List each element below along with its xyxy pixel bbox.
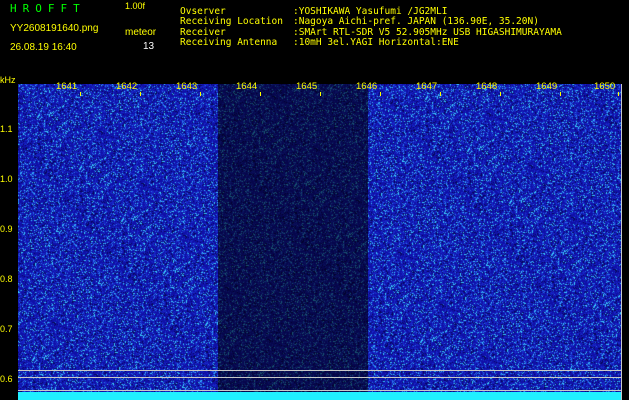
info-value: :10mH 3el.YAGI Horizontal:ENE: [293, 36, 459, 48]
x-tick-mark: [500, 92, 501, 96]
x-tick-label: 1650: [594, 81, 616, 92]
hrofft-window: HROFFT 1.00f YY2608191640.png 26.08.19 1…: [0, 0, 629, 400]
meteor-label: meteor: [125, 27, 157, 38]
x-tick-mark: [140, 92, 141, 96]
x-tick-label: 1641: [56, 81, 78, 92]
info-row-antenna: Receiving Antenna :10mH 3el.YAGI Horizont…: [180, 36, 562, 48]
spectrogram: [18, 84, 621, 400]
y-tick-label: 0.6: [0, 374, 13, 384]
app-version: 1.00f: [125, 1, 146, 11]
marker-line: [18, 370, 621, 371]
station-info: Ovserver:YOSHIKAWA Yasufumi /JG2MLI Rece…: [180, 6, 562, 48]
y-tick-label: 1.0: [0, 174, 13, 184]
x-tick-mark: [320, 92, 321, 96]
x-tick-label: 1645: [296, 81, 318, 92]
meteor-count: 13: [143, 41, 155, 52]
x-tick-mark: [200, 92, 201, 96]
image-filename: YY2608191640.png: [10, 23, 99, 34]
x-tick-label: 1643: [176, 81, 198, 92]
x-tick-label: 1647: [416, 81, 438, 92]
y-tick-label: 1.1: [0, 124, 13, 134]
x-tick-mark: [618, 92, 619, 96]
x-tick-mark: [560, 92, 561, 96]
signal-baseline: [18, 392, 621, 400]
x-tick-mark: [440, 92, 441, 96]
x-tick-mark: [380, 92, 381, 96]
marker-line: [18, 377, 621, 378]
info-key: Receiving Antenna: [180, 36, 278, 48]
datetime: 26.08.19 16:40: [10, 42, 77, 53]
x-tick-label: 1642: [116, 81, 138, 92]
x-tick-label: 1644: [236, 81, 258, 92]
y-tick-label: 0.8: [0, 274, 13, 284]
plot-right-edge: [621, 84, 622, 400]
y-tick-label: 0.9: [0, 224, 13, 234]
x-tick-mark: [260, 92, 261, 96]
x-tick-label: 1646: [356, 81, 378, 92]
y-tick-label: 0.7: [0, 324, 13, 334]
x-tick-label: 1648: [476, 81, 498, 92]
x-tick-mark: [80, 92, 81, 96]
dark-time-band: [218, 84, 368, 400]
app-logo: HROFFT: [10, 2, 86, 15]
marker-line: [18, 390, 621, 391]
y-axis-unit: kHz: [0, 75, 16, 85]
x-tick-label: 1649: [536, 81, 558, 92]
